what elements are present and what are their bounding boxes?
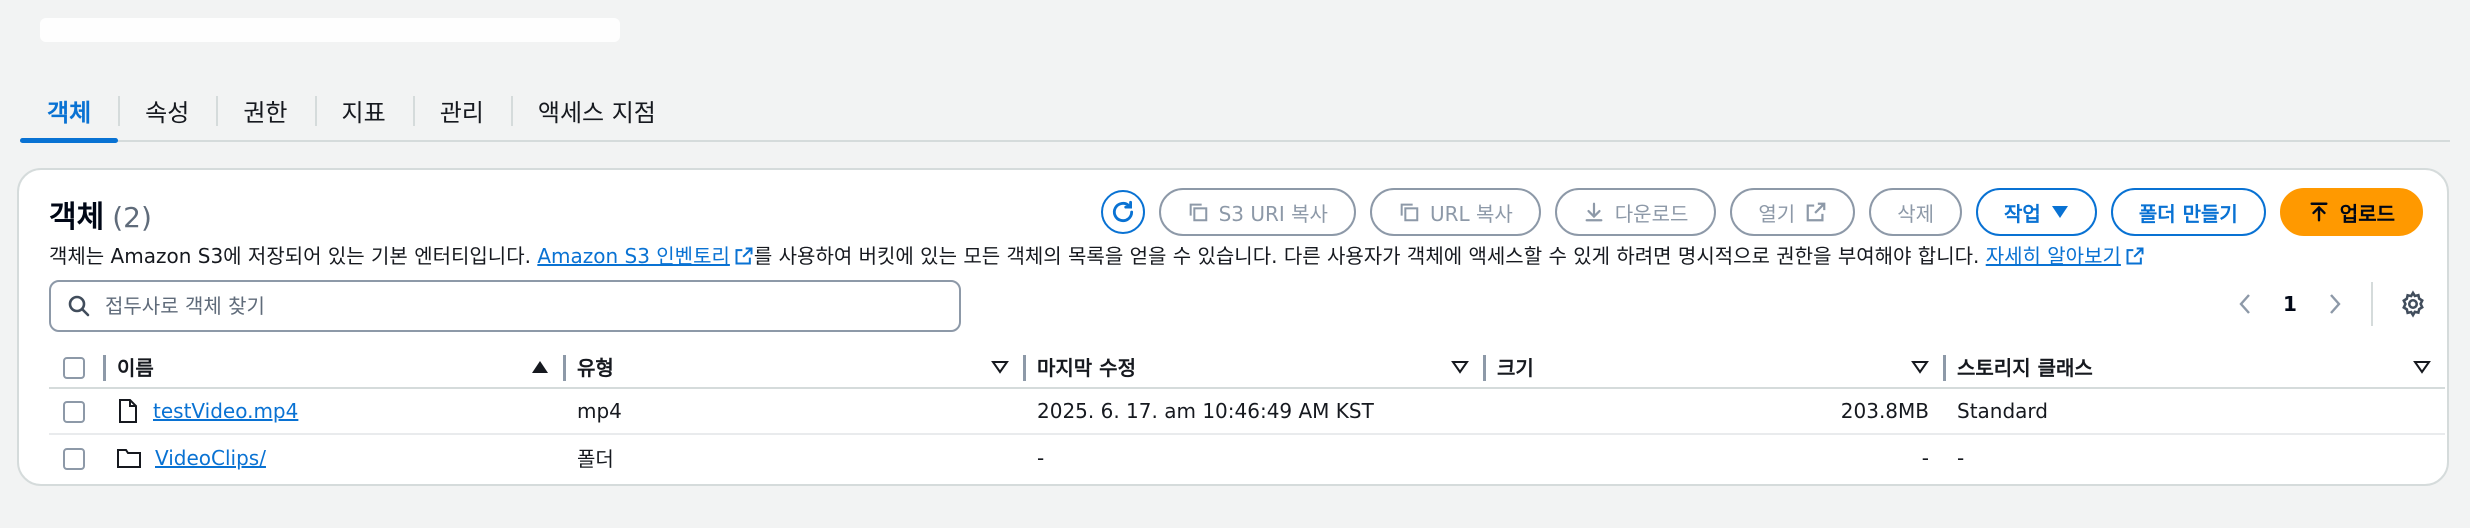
external-link-icon (2126, 247, 2144, 265)
breadcrumb (40, 18, 620, 42)
refresh-button[interactable] (1100, 190, 1145, 234)
learn-more-label: 자세히 알아보기 (1985, 244, 2121, 268)
objects-table: 이름 유형 마지막 수정 크기 스토리지 클래스 testVideo.mp4 m… (49, 346, 2445, 480)
download-button[interactable]: 다운로드 (1554, 188, 1717, 236)
copy-url-button[interactable]: URL 복사 (1369, 188, 1541, 236)
folder-icon (117, 448, 141, 468)
tab-management[interactable]: 관리 (412, 80, 511, 140)
search-box (49, 280, 961, 332)
open-label: 열기 (1758, 201, 1796, 226)
tab-bar: 객체 속성 권한 지표 관리 액세스 지점 (20, 80, 2450, 143)
copy-url-label: URL 복사 (1429, 201, 1513, 226)
modified-cell: 2025. 6. 17. am 10:46:49 AM KST (1023, 388, 1483, 435)
inventory-link-label: Amazon S3 인벤토리 (537, 244, 730, 268)
object-link[interactable]: testVideo.mp4 (153, 399, 298, 423)
chevron-right-icon[interactable] (2325, 292, 2345, 316)
copy-s3-uri-label: S3 URI 복사 (1218, 201, 1328, 226)
page-number[interactable]: 1 (2275, 292, 2305, 316)
row-select-cell (49, 388, 103, 435)
sort-icon (991, 360, 1009, 374)
table-header-row: 이름 유형 마지막 수정 크기 스토리지 클래스 (49, 346, 2445, 389)
pagination: 1 (2235, 282, 2427, 326)
sort-icon (1911, 360, 1929, 374)
external-link-icon (1806, 202, 1826, 222)
name-cell: VideoClips/ (103, 434, 563, 480)
delete-button[interactable]: 삭제 (1869, 188, 1963, 236)
create-folder-button[interactable]: 폴더 만들기 (2110, 188, 2266, 236)
actions-dropdown-button[interactable]: 작업 (1976, 188, 2097, 236)
row-checkbox[interactable] (63, 401, 85, 424)
inventory-link[interactable]: Amazon S3 인벤토리 (537, 244, 754, 268)
chevron-left-icon[interactable] (2235, 292, 2255, 316)
caret-down-icon (2051, 206, 2068, 218)
sort-icon (1451, 360, 1469, 374)
storage-class-cell: Standard (1943, 388, 2445, 435)
select-all-header (49, 346, 103, 389)
column-name-label: 이름 (117, 356, 154, 380)
table-row: VideoClips/ 폴더 - - - (49, 434, 2445, 480)
refresh-icon (1112, 200, 1133, 223)
table-row: testVideo.mp4 mp4 2025. 6. 17. am 10:46:… (49, 388, 2445, 435)
description-text-1: 객체는 Amazon S3에 저장되어 있는 기본 엔터티입니다. (49, 244, 538, 268)
description-text-2: 를 사용하여 버킷에 있는 모든 객체의 목록을 얻을 수 있습니다. 다른 사… (753, 244, 1986, 268)
delete-label: 삭제 (1897, 201, 1935, 226)
column-modified-label: 마지막 수정 (1037, 356, 1136, 380)
tab-objects[interactable]: 객체 (20, 80, 119, 143)
copy-s3-uri-button[interactable]: S3 URI 복사 (1158, 188, 1356, 236)
objects-panel: 객체 (2) S3 URI 복사 URL 복사 다운로드 열기 삭제 작업 폴더… (17, 168, 2449, 486)
size-cell: 203.8MB (1483, 388, 1943, 435)
action-bar: S3 URI 복사 URL 복사 다운로드 열기 삭제 작업 폴더 만들기 업로… (1100, 188, 2423, 236)
tab-properties[interactable]: 속성 (118, 80, 216, 140)
panel-title: 객체 (2) (49, 192, 152, 236)
select-all-checkbox[interactable] (63, 356, 85, 379)
create-folder-label: 폴더 만들기 (2138, 201, 2238, 226)
modified-cell: - (1037, 445, 1045, 470)
tab-permissions[interactable]: 권한 (216, 80, 314, 140)
actions-label: 작업 (2004, 201, 2041, 226)
size-cell: - (1921, 445, 1929, 470)
type-cell: 폴더 (577, 447, 614, 471)
column-storage-class[interactable]: 스토리지 클래스 (1943, 346, 2445, 389)
copy-icon (1189, 203, 1207, 222)
tab-metrics[interactable]: 지표 (314, 80, 413, 140)
pager-divider (2371, 282, 2373, 326)
column-size[interactable]: 크기 (1483, 346, 1943, 389)
panel-title-text: 객체 (49, 200, 105, 235)
column-last-modified[interactable]: 마지막 수정 (1023, 346, 1483, 389)
learn-more-link[interactable]: 자세히 알아보기 (1986, 244, 2145, 268)
row-checkbox[interactable] (63, 447, 85, 470)
sort-ascending-icon (532, 360, 548, 373)
upload-icon (2310, 202, 2328, 222)
tab-access-points[interactable]: 액세스 지점 (510, 80, 683, 140)
folder-link[interactable]: VideoClips/ (155, 446, 266, 470)
column-type-label: 유형 (577, 356, 614, 380)
row-select-cell (49, 434, 103, 480)
download-icon (1585, 202, 1603, 222)
upload-button[interactable]: 업로드 (2279, 188, 2423, 236)
gear-icon[interactable] (2399, 290, 2427, 318)
column-storage-label: 스토리지 클래스 (1957, 356, 2093, 380)
name-cell: testVideo.mp4 (103, 388, 563, 435)
column-type[interactable]: 유형 (563, 346, 1023, 389)
open-button[interactable]: 열기 (1730, 188, 1856, 236)
type-cell: mp4 (563, 388, 1023, 435)
search-icon (68, 295, 90, 317)
download-label: 다운로드 (1614, 201, 1689, 226)
upload-label: 업로드 (2339, 201, 2395, 226)
external-link-icon (735, 247, 753, 265)
panel-description: 객체는 Amazon S3에 저장되어 있는 기본 엔터티입니다. Amazon… (49, 240, 2145, 269)
object-count: (2) (112, 201, 152, 234)
sort-icon (2413, 360, 2431, 374)
search-input[interactable] (105, 294, 959, 318)
column-size-label: 크기 (1497, 356, 1534, 380)
file-icon (119, 399, 137, 423)
copy-icon (1400, 203, 1419, 222)
column-name[interactable]: 이름 (103, 346, 563, 389)
storage-class-cell: - (1957, 445, 1965, 470)
